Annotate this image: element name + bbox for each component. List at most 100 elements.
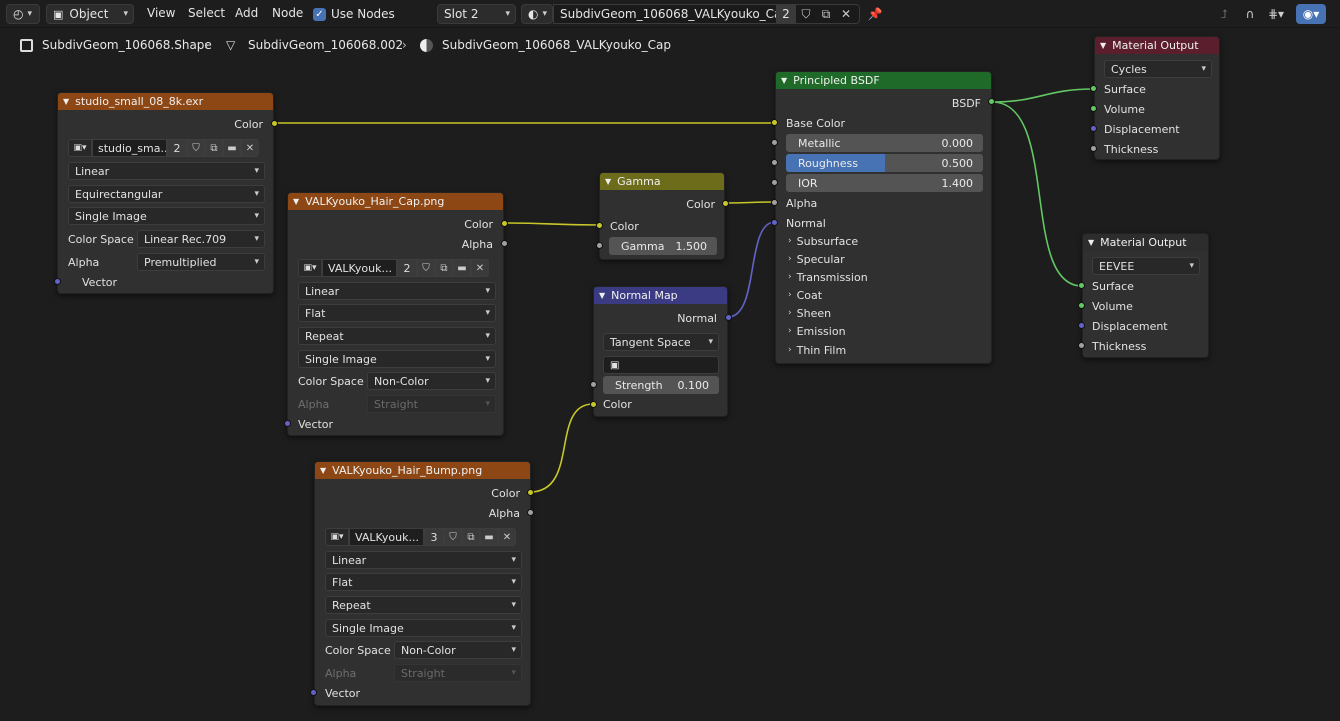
material-datablock[interactable]: SubdivGeom_106068_VALKyouko_Cap 2 ⛉ ⧉ ✕ xyxy=(553,4,860,24)
extension-dropdown[interactable]: Repeat ▾ xyxy=(325,596,522,614)
panel-subsurface[interactable]: › Subsurface xyxy=(788,232,858,250)
normalmap-normal-output-socket[interactable] xyxy=(725,314,732,321)
source-dropdown[interactable]: Single Image ▾ xyxy=(298,350,496,368)
node-header[interactable]: ▼ Principled BSDF xyxy=(776,72,991,89)
env-vector-input-socket[interactable] xyxy=(54,278,61,285)
node-header[interactable]: ▼ VALKyouko_Hair_Cap.png xyxy=(288,193,503,210)
gamma-node[interactable]: ▼ Gamma Color Color Gamma 1.500 xyxy=(599,172,725,260)
image-users-count[interactable]: 3 xyxy=(424,528,444,546)
snap-icon[interactable]: ∩ xyxy=(1240,4,1260,24)
node-header[interactable]: ▼ Gamma xyxy=(600,173,724,190)
cycles-thickness-input-socket[interactable] xyxy=(1090,145,1097,152)
bsdf-base-color-input-socket[interactable] xyxy=(771,119,778,126)
fake-user-shield-icon[interactable]: ⛉ xyxy=(796,7,816,22)
collapse-chevron-icon[interactable]: ▼ xyxy=(605,177,611,186)
use-nodes-toggle[interactable]: ✓ Use Nodes xyxy=(313,4,395,24)
parent-node-tree-icon[interactable]: ⮥ xyxy=(1214,4,1234,24)
slot-dropdown[interactable]: Slot 2 ▾ xyxy=(437,4,516,24)
normalmap-strength-input-socket[interactable] xyxy=(590,381,597,388)
duplicate-image-icon[interactable]: ⧉ xyxy=(435,259,453,277)
collapse-chevron-icon[interactable]: ▼ xyxy=(599,291,605,300)
image-users-count[interactable]: 2 xyxy=(397,259,417,277)
interpolation-dropdown[interactable]: Linear ▾ xyxy=(68,162,265,180)
panel-transmission[interactable]: › Transmission xyxy=(788,268,868,286)
target-dropdown[interactable]: Cycles ▾ xyxy=(1104,60,1212,78)
menu-view[interactable]: View xyxy=(147,6,175,20)
bsdf-roughness-input-socket[interactable] xyxy=(771,159,778,166)
open-folder-icon[interactable]: ▬ xyxy=(480,528,498,546)
cycles-surface-input-socket[interactable] xyxy=(1090,85,1097,92)
panel-sheen[interactable]: › Sheen xyxy=(788,304,831,322)
node-header[interactable]: ▼ Normal Map xyxy=(594,287,727,304)
panel-coat[interactable]: › Coat xyxy=(788,286,822,304)
normal-map-node[interactable]: ▼ Normal Map Normal Tangent Space ▾ ▣ Stre… xyxy=(593,286,728,417)
gamma-color-input-socket[interactable] xyxy=(596,222,603,229)
interpolation-dropdown[interactable]: Linear ▾ xyxy=(298,282,496,300)
target-dropdown[interactable]: EEVEE ▾ xyxy=(1092,257,1200,275)
space-dropdown[interactable]: Tangent Space ▾ xyxy=(603,333,719,351)
uv-map-field[interactable]: ▣ xyxy=(603,356,719,374)
image-browse-icon[interactable]: ▣▾ xyxy=(325,528,349,546)
extension-dropdown[interactable]: Repeat ▾ xyxy=(298,327,496,345)
unlink-close-icon[interactable]: ✕ xyxy=(836,7,856,21)
gamma-color-output-socket[interactable] xyxy=(722,200,729,207)
collapse-chevron-icon[interactable]: ▼ xyxy=(781,76,787,85)
collapse-chevron-icon[interactable]: ▼ xyxy=(293,197,299,206)
fake-user-shield-icon[interactable]: ⛉ xyxy=(417,259,435,277)
image-texture-cap-node[interactable]: ▼ VALKyouko_Hair_Cap.png Color Alpha ▣▾ V… xyxy=(287,192,504,436)
menu-select[interactable]: Select xyxy=(188,6,225,20)
collapse-chevron-icon[interactable]: ▼ xyxy=(320,466,326,475)
cycles-displacement-input-socket[interactable] xyxy=(1090,125,1097,132)
projection-dropdown[interactable]: Flat ▾ xyxy=(325,573,522,591)
color-space-dropdown[interactable]: Linear Rec.709 ▾ xyxy=(137,230,265,248)
menu-node[interactable]: Node xyxy=(272,6,303,20)
environment-texture-node[interactable]: ▼ studio_small_08_8k.exr Color ▣▾ studio_… xyxy=(57,92,274,294)
image-datablock[interactable]: ▣▾ VALKyouk... 3 ⛉ ⧉ ▬ ✕ xyxy=(325,528,516,546)
snap-options-icon[interactable]: ⋕▾ xyxy=(1262,4,1290,24)
open-folder-icon[interactable]: ▬ xyxy=(453,259,471,277)
normalmap-color-input-socket[interactable] xyxy=(590,401,597,408)
image-datablock[interactable]: ▣▾ VALKyouk... 2 ⛉ ⧉ ▬ ✕ xyxy=(298,259,489,277)
node-header[interactable]: ▼ Material Output xyxy=(1095,37,1219,54)
material-output-cycles-node[interactable]: ▼ Material Output Cycles ▾ Surface Volume … xyxy=(1094,36,1220,160)
projection-dropdown[interactable]: Equirectangular ▾ xyxy=(68,185,265,203)
env-color-output-socket[interactable] xyxy=(271,120,278,127)
fake-user-shield-icon[interactable]: ⛉ xyxy=(187,139,205,157)
duplicate-material-icon[interactable]: ⧉ xyxy=(816,7,836,22)
node-header[interactable]: ▼ Material Output xyxy=(1083,234,1208,251)
cap-color-output-socket[interactable] xyxy=(501,220,508,227)
color-space-dropdown[interactable]: Non-Color ▾ xyxy=(367,372,496,390)
interpolation-dropdown[interactable]: Linear ▾ xyxy=(325,551,522,569)
fake-user-shield-icon[interactable]: ⛉ xyxy=(444,528,462,546)
alpha-mode-dropdown[interactable]: Premultiplied ▾ xyxy=(137,253,265,271)
gamma-value-field[interactable]: Gamma 1.500 xyxy=(609,237,717,255)
image-name-field[interactable]: studio_sma... xyxy=(92,139,167,157)
unlink-close-icon[interactable]: ✕ xyxy=(498,528,516,546)
bump-alpha-output-socket[interactable] xyxy=(527,509,534,516)
open-folder-icon[interactable]: ▬ xyxy=(223,139,241,157)
unlink-close-icon[interactable]: ✕ xyxy=(471,259,489,277)
roughness-value-field[interactable]: Roughness 0.500 xyxy=(786,154,983,172)
eevee-surface-input-socket[interactable] xyxy=(1078,282,1085,289)
metallic-value-field[interactable]: Metallic 0.000 xyxy=(786,134,983,152)
material-users-count[interactable]: 2 xyxy=(776,5,796,23)
bsdf-normal-input-socket[interactable] xyxy=(771,219,778,226)
source-dropdown[interactable]: Single Image ▾ xyxy=(68,207,265,225)
ior-value-field[interactable]: IOR 1.400 xyxy=(786,174,983,192)
material-name-field[interactable]: SubdivGeom_106068_VALKyouko_Cap xyxy=(554,7,789,21)
bump-vector-input-socket[interactable] xyxy=(310,689,317,696)
panel-specular[interactable]: › Specular xyxy=(788,250,845,268)
collapse-chevron-icon[interactable]: ▼ xyxy=(63,97,69,106)
bsdf-alpha-input-socket[interactable] xyxy=(771,199,778,206)
bsdf-metallic-input-socket[interactable] xyxy=(771,139,778,146)
node-header[interactable]: ▼ VALKyouko_Hair_Bump.png xyxy=(315,462,530,479)
image-browse-icon[interactable]: ▣▾ xyxy=(68,139,92,157)
eevee-volume-input-socket[interactable] xyxy=(1078,302,1085,309)
strength-value-field[interactable]: Strength 0.100 xyxy=(603,376,719,394)
bsdf-ior-input-socket[interactable] xyxy=(771,179,778,186)
object-mode-dropdown[interactable]: ▣ Object ▾ xyxy=(46,4,134,24)
material-browse-button[interactable]: ◐ ▾ xyxy=(521,4,553,24)
unlink-close-icon[interactable]: ✕ xyxy=(241,139,259,157)
collapse-chevron-icon[interactable]: ▼ xyxy=(1088,238,1094,247)
eevee-thickness-input-socket[interactable] xyxy=(1078,342,1085,349)
